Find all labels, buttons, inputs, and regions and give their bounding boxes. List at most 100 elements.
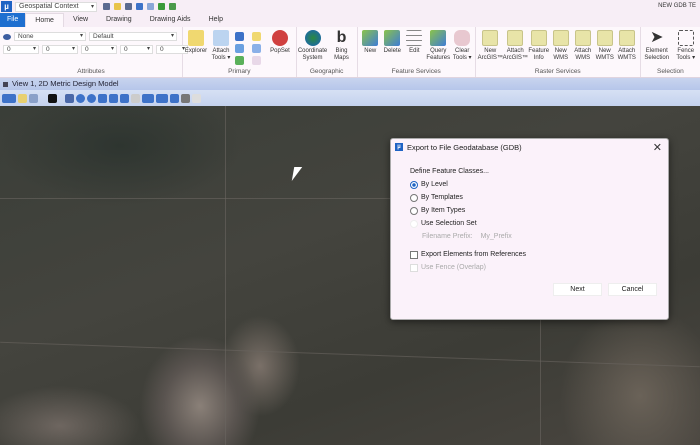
new-wmts-button[interactable]: New WMTS [594, 30, 616, 62]
zoom-out-icon[interactable] [87, 93, 96, 103]
previous-view-icon[interactable] [142, 93, 154, 103]
properties-icon[interactable] [252, 44, 261, 53]
option-use-selection-set[interactable]: Use Selection Set [410, 217, 668, 230]
ribbon-tabs: File Home View Drawing Drawing Aids Help [0, 13, 700, 27]
road [540, 316, 541, 445]
tab-view[interactable]: View [64, 13, 97, 27]
clear-tools-button[interactable]: Clear Tools ▾ [452, 30, 473, 62]
button-label: Attach WMTS [617, 48, 636, 61]
fit-view-icon[interactable] [109, 93, 118, 103]
redo-icon[interactable] [147, 3, 154, 10]
radio[interactable] [410, 206, 418, 215]
option-by-level[interactable]: By Level [410, 178, 668, 191]
attach-tools-button[interactable]: Attach Tools ▾ [210, 30, 232, 62]
models-icon[interactable] [235, 32, 244, 41]
weight-select[interactable]: 0 [42, 45, 78, 54]
popset-button[interactable]: PopSet [269, 30, 291, 55]
radio[interactable] [410, 219, 418, 228]
zoom-in-icon[interactable] [76, 93, 85, 103]
new-arcgis-button[interactable]: New ArcGIS™ [478, 30, 503, 62]
option-label: By Item Types [421, 207, 466, 214]
clip-volume-icon[interactable] [181, 93, 190, 103]
radio-checked[interactable] [410, 180, 418, 189]
update-view-icon[interactable] [65, 93, 74, 103]
undo-icon[interactable] [136, 3, 143, 10]
button-label: Attach WMS [574, 48, 592, 61]
workflow-context-select[interactable]: Geospatial Context [15, 1, 97, 12]
level-display-icon[interactable] [3, 33, 11, 40]
tab-drawing-aids[interactable]: Drawing Aids [141, 13, 200, 27]
delete-feature-service-button[interactable]: Delete [382, 30, 403, 55]
references-icon[interactable] [252, 32, 261, 41]
global-icon[interactable] [235, 56, 244, 65]
checkbox[interactable] [410, 250, 418, 259]
attach-wms-button[interactable]: Attach WMS [572, 30, 594, 62]
map-delete-icon [384, 30, 401, 46]
option-label: By Templates [421, 194, 463, 201]
feature-info-button[interactable]: Feature Info [528, 30, 550, 62]
tab-drawing[interactable]: Drawing [97, 13, 141, 27]
settings-icon[interactable] [252, 56, 261, 65]
view-attributes-icon[interactable] [2, 93, 16, 103]
info-icon [530, 30, 547, 46]
option-by-item-types[interactable]: By Item Types [410, 204, 668, 217]
display-style-icon[interactable] [18, 93, 27, 103]
wms-new-icon [552, 30, 569, 46]
next-view-icon[interactable] [156, 93, 168, 103]
bing-maps-button[interactable]: b Bing Maps [331, 30, 353, 62]
level-select[interactable]: None [14, 32, 86, 41]
group-raster-services: New ArcGIS™ Attach ArcGIS™ Feature Info … [476, 27, 641, 77]
group-selection: ➤ Element Selection Fence Tools ▾ Selecti… [641, 27, 700, 77]
filename-prefix-row: Filename Prefix: My_Prefix [410, 230, 668, 243]
fence-tools-button[interactable]: Fence Tools ▾ [675, 30, 697, 62]
lighting-icon[interactable] [29, 93, 38, 103]
button-label: New WMTS [595, 48, 614, 61]
new-feature-service-button[interactable]: New [360, 30, 381, 55]
bing-view-icon[interactable] [48, 93, 57, 103]
style-select[interactable]: 0 [81, 45, 117, 54]
edit-feature-service-button[interactable]: Edit [404, 30, 425, 55]
coordinate-system-button[interactable]: Coordinate System [298, 30, 327, 62]
view-tools-icon[interactable] [170, 93, 179, 103]
attach-wmts-button[interactable]: Attach WMTS [616, 30, 638, 62]
eraser-icon [454, 30, 471, 46]
option-by-templates[interactable]: By Templates [410, 191, 668, 204]
checkbox [410, 263, 418, 272]
prefix-input[interactable]: My_Prefix [481, 233, 512, 240]
open-icon[interactable] [114, 3, 121, 10]
explorer-button[interactable]: Explorer [185, 30, 207, 55]
tab-help[interactable]: Help [200, 13, 232, 27]
pin-icon[interactable] [158, 3, 165, 10]
rotate-view-icon[interactable] [120, 93, 129, 103]
tab-home[interactable]: Home [25, 13, 64, 27]
bing-icon: b [336, 29, 347, 46]
view-title: View 1, 2D Metric Design Model [0, 78, 700, 90]
element-selection-button[interactable]: ➤ Element Selection [643, 30, 671, 62]
export-gdb-dialog: µ Export to File Geodatabase (GDB) ✕ Def… [390, 138, 669, 320]
use-fence-checkbox: Use Fence (Overlap) [410, 261, 668, 274]
pan-icon[interactable] [131, 93, 140, 103]
query-features-button[interactable]: Query Features [426, 30, 451, 62]
print-icon[interactable] [169, 3, 176, 10]
tab-file[interactable]: File [0, 13, 26, 27]
levels-icon[interactable] [235, 44, 244, 53]
transparency-select[interactable]: 0 [120, 45, 153, 54]
save-icon[interactable] [103, 3, 110, 10]
export-references-checkbox[interactable]: Export Elements from References [410, 248, 668, 261]
button-label: Clear Tools ▾ [452, 48, 472, 61]
window-area-icon[interactable] [98, 93, 107, 103]
map-query-icon [430, 30, 447, 46]
new-wms-button[interactable]: New WMS [550, 30, 572, 62]
popset-icon [272, 30, 288, 46]
cancel-button[interactable]: Cancel [608, 283, 657, 296]
text-style-select[interactable]: Default [89, 32, 177, 41]
radio[interactable] [410, 193, 418, 202]
fence-icon [677, 30, 694, 46]
close-icon[interactable]: ✕ [653, 141, 662, 154]
next-button[interactable]: Next [553, 283, 602, 296]
attach-arcgis-button[interactable]: Attach ArcGIS™ [503, 30, 528, 62]
copy-view-icon[interactable] [192, 93, 201, 103]
color-select[interactable]: 0 [3, 45, 39, 54]
save-settings-icon[interactable] [125, 3, 132, 10]
app-logo-icon: µ [1, 1, 12, 12]
